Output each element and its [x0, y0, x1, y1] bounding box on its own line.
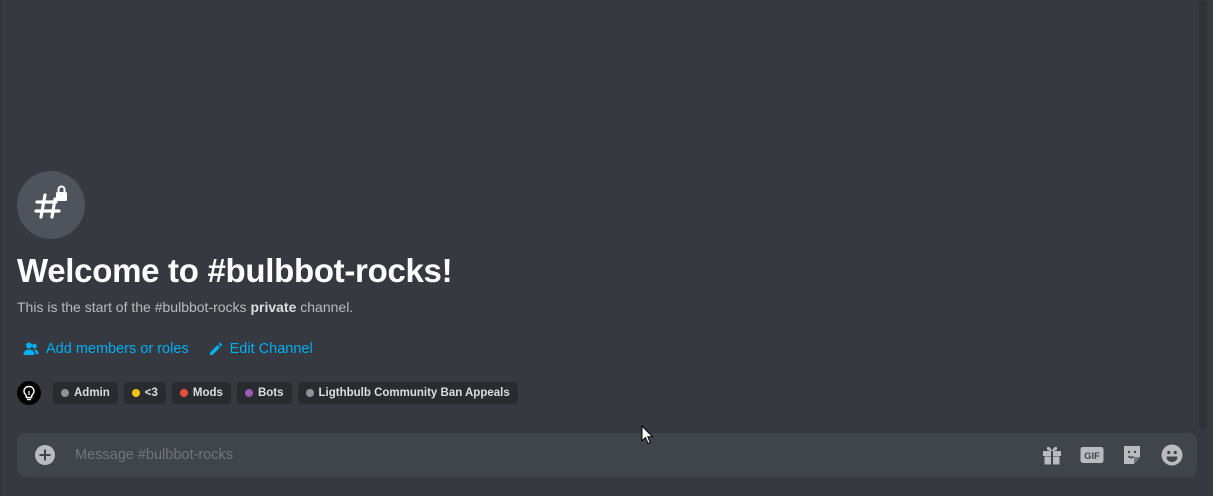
role-color-dot	[305, 389, 314, 397]
add-person-icon	[23, 342, 39, 355]
pencil-icon	[209, 342, 223, 355]
role-name: Admin	[74, 387, 110, 399]
role-name: Bots	[257, 387, 284, 399]
sticker-button[interactable]	[1120, 443, 1144, 467]
left-divider	[0, 0, 1, 496]
sticker-icon	[1124, 446, 1140, 464]
gif-icon: GIF	[1080, 447, 1104, 463]
role-pill-bots[interactable]: Bots	[236, 382, 292, 404]
gift-button[interactable]	[1040, 443, 1064, 467]
role-name: Mods	[192, 387, 223, 399]
private-channel-icon	[17, 171, 85, 239]
message-composer: GIF	[17, 432, 1197, 478]
composer-buttons: GIF	[1040, 443, 1184, 467]
role-name: <3	[144, 387, 158, 399]
edit-channel-label: Edit Channel	[229, 341, 313, 357]
gift-icon	[1043, 446, 1061, 465]
subtitle-prefix: This is the start of the #bulbbot-rocks	[17, 299, 251, 315]
discord-channel-view: Welcome to #bulbbot-rocks! This is the s…	[0, 0, 1213, 496]
scrollbar[interactable]	[1199, 0, 1207, 428]
emoji-icon	[1161, 444, 1183, 466]
add-members-label: Add members or roles	[46, 341, 189, 357]
add-members-button[interactable]: Add members or roles	[23, 339, 189, 359]
subtitle-private: private	[250, 299, 297, 315]
edit-channel-button[interactable]: Edit Channel	[209, 339, 313, 359]
welcome-subtitle: This is the start of the #bulbbot-rocks …	[17, 297, 1187, 317]
role-pill-ban-appeals[interactable]: Ligthbulb Community Ban Appeals	[297, 382, 518, 404]
gif-button[interactable]: GIF	[1080, 443, 1104, 467]
role-color-dot	[61, 389, 69, 397]
upload-button[interactable]	[33, 443, 57, 467]
plus-circle-icon	[35, 445, 55, 465]
role-name: Ligthbulb Community Ban Appeals	[318, 387, 510, 399]
channel-actions: Add members or roles Edit Channel	[17, 339, 1187, 359]
role-color-dot	[131, 389, 140, 397]
gif-label: GIF	[1084, 451, 1100, 462]
channel-welcome-section: Welcome to #bulbbot-rocks! This is the s…	[17, 171, 1187, 405]
emoji-button[interactable]	[1160, 443, 1184, 467]
role-pill-mods[interactable]: Mods	[171, 382, 231, 404]
role-color-dot	[244, 389, 253, 397]
welcome-title: Welcome to #bulbbot-rocks!	[17, 252, 453, 289]
role-pill-heart[interactable]: <3	[123, 382, 166, 404]
subtitle-suffix: channel.	[296, 299, 354, 315]
channel-roles-list: Admin <3 Mods Bots Ligthbulb Community B…	[17, 381, 1187, 405]
message-input[interactable]	[73, 432, 1040, 478]
role-pill-admin[interactable]: Admin	[53, 382, 118, 404]
mouse-cursor-icon	[641, 425, 654, 445]
role-color-dot	[179, 389, 188, 397]
lightbulb-avatar[interactable]	[17, 381, 41, 405]
